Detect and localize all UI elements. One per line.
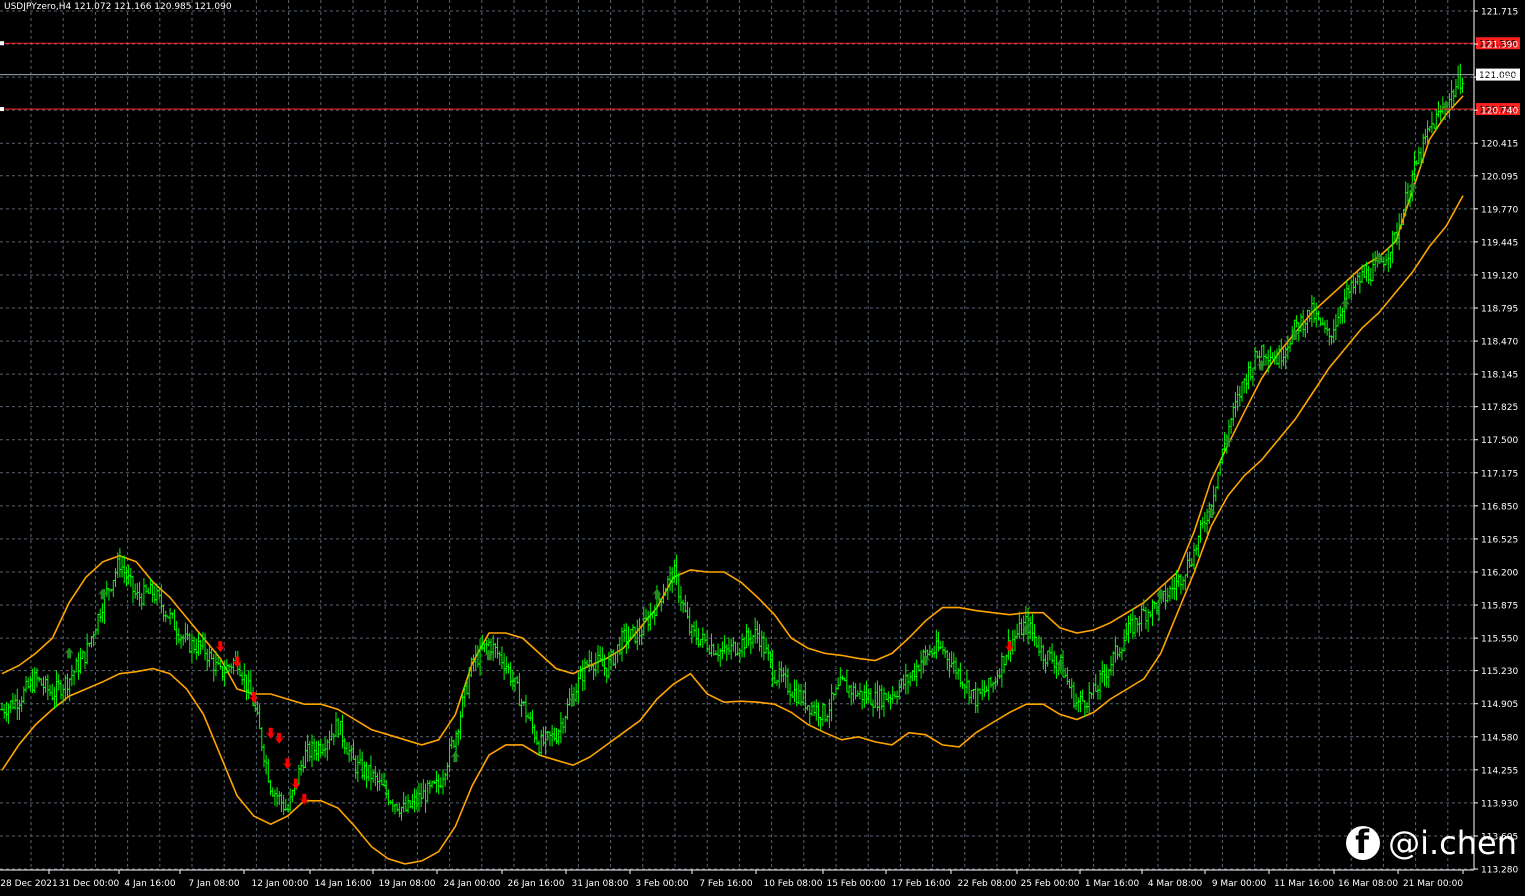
x-tick-label: 3 Feb 00:00 — [635, 879, 689, 889]
y-tick-label: 117.825 — [1481, 403, 1518, 413]
x-tick-label: 1 Mar 16:00 — [1085, 879, 1140, 889]
y-tick-label: 121.390 — [1481, 41, 1518, 51]
chart-svg: 121.398120.751121.090 121.715121.390121.… — [0, 0, 1520, 889]
lower-band-line — [1, 195, 1464, 865]
x-tick-label: 31 Dec 00:00 — [59, 879, 120, 889]
watermark: @i.chen — [1346, 823, 1517, 862]
y-tick-label: 114.580 — [1481, 733, 1518, 743]
x-tick-label: 11 Mar 16:00 — [1274, 879, 1334, 889]
x-tick-label: 7 Jan 08:00 — [188, 879, 240, 889]
buy-signal-arrow — [484, 649, 494, 661]
y-tick-label: 113.280 — [1481, 866, 1518, 876]
y-tick-label: 121.065 — [1481, 74, 1518, 84]
y-tick-label: 114.255 — [1481, 766, 1518, 776]
buy-signal-arrow — [450, 751, 461, 763]
y-tick-label: 114.905 — [1481, 700, 1518, 710]
x-tick-label: 4 Jan 16:00 — [124, 879, 176, 889]
y-tick-label: 116.850 — [1481, 502, 1518, 512]
x-tick-label: 16 Mar 08:00 — [1338, 879, 1398, 889]
symbol-header: USDJPYzero,H4 121.072 121.166 120.985 12… — [4, 2, 232, 12]
facebook-icon — [1346, 823, 1381, 861]
buy-signal-arrow — [1206, 506, 1217, 518]
x-tick-label: 9 Mar 00:00 — [1212, 879, 1267, 889]
buy-signal-arrow — [920, 654, 931, 666]
buy-signal-arrow — [97, 588, 108, 600]
y-tick-label: 120.415 — [1481, 140, 1518, 150]
buy-signal-arrow — [1256, 359, 1267, 371]
y-tick-label: 115.230 — [1481, 667, 1518, 677]
y-tick-label: 115.550 — [1481, 635, 1518, 645]
chart-area[interactable]: 121.398 120.751 121.090 121.715 121.390 121.… — [0, 0, 1525, 892]
y-tick-label: 113.930 — [1481, 799, 1518, 809]
y-tick-label: 119.120 — [1481, 271, 1518, 281]
x-tick-label: 14 Jan 16:00 — [315, 879, 372, 889]
buy-signal-arrow — [64, 647, 75, 659]
level-handle — [0, 107, 4, 112]
y-tick-label: 115.875 — [1481, 602, 1518, 612]
watermark-text: @i.chen — [1388, 824, 1517, 862]
x-tick-label: 21 Mar 00:00 — [1403, 879, 1463, 889]
y-tick-label: 117.500 — [1481, 436, 1518, 446]
sell-signal-arrow — [282, 758, 293, 770]
x-tick-label: 26 Jan 16:00 — [508, 879, 565, 889]
buy-signal-arrow — [1407, 181, 1418, 193]
buy-signal-arrow — [651, 588, 662, 600]
y-tick-label: 119.770 — [1481, 205, 1518, 215]
x-tick-label: 19 Jan 08:00 — [379, 879, 436, 889]
x-tick-label: 15 Feb 00:00 — [826, 879, 885, 889]
y-tick-label: 116.525 — [1481, 535, 1518, 545]
x-tick-label: 4 Mar 08:00 — [1148, 879, 1203, 889]
x-tick-label: 7 Feb 16:00 — [699, 879, 753, 889]
x-tick-label: 25 Feb 00:00 — [1020, 879, 1079, 889]
y-tick-label: 118.795 — [1481, 305, 1518, 315]
y-tick-label: 118.145 — [1481, 371, 1518, 381]
sell-signal-arrow — [265, 727, 276, 739]
y-tick-label: 118.470 — [1481, 338, 1518, 348]
symbol-label: USDJPYzero,H4 — [4, 2, 72, 12]
x-tick-label: 17 Feb 16:00 — [891, 879, 950, 889]
y-tick-label: 120.740 — [1481, 107, 1518, 117]
x-tick-label: 22 Feb 08:00 — [957, 879, 1016, 889]
y-tick-label: 121.715 — [1481, 8, 1518, 18]
y-tick-label: 117.175 — [1481, 469, 1518, 479]
y-tick-label: 116.200 — [1481, 568, 1518, 578]
x-tick-label: 31 Jan 08:00 — [572, 879, 629, 889]
x-tick-label: 28 Dec 2021 — [0, 879, 58, 889]
x-tick-label: 24 Jan 00:00 — [444, 879, 501, 889]
y-tick-label: 120.095 — [1481, 172, 1518, 182]
y-tick-label: 119.445 — [1481, 238, 1518, 248]
level-handle — [0, 41, 4, 46]
x-tick-label: 10 Feb 08:00 — [763, 879, 822, 889]
x-tick-label: 12 Jan 00:00 — [252, 879, 309, 889]
sell-signal-arrow — [274, 732, 285, 744]
ohlc-values: 121.072 121.166 120.985 121.090 — [74, 2, 232, 12]
